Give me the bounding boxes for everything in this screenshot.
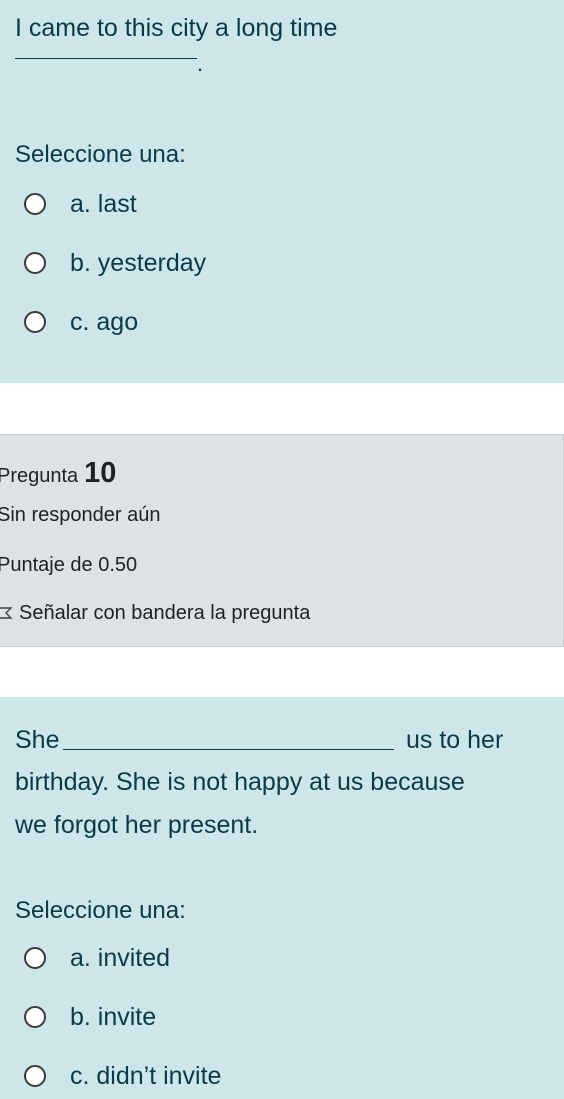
radio-button[interactable]	[24, 193, 46, 215]
option-label: a. last	[70, 190, 137, 218]
option-last[interactable]: a. last	[24, 189, 444, 223]
question-text: we forgot her present.	[15, 811, 259, 839]
option-invite[interactable]: b. invite	[24, 1002, 444, 1036]
select-one-prompt: Seleccione una:	[15, 141, 186, 168]
option-didnt-invite[interactable]: c. didn’t invite	[24, 1061, 444, 1095]
answer-blank	[63, 749, 394, 750]
question-10-info: Pregunta 10 Sin responder aún Puntaje de …	[0, 434, 564, 647]
option-label: c. ago	[70, 308, 139, 336]
question-grade: Puntaje de 0.50	[0, 554, 138, 576]
select-one-prompt: Seleccione una:	[15, 897, 186, 924]
option-label: c. didn’t invite	[70, 1062, 222, 1090]
question-text-period: .	[197, 51, 204, 76]
question-status: Sin responder aún	[0, 504, 161, 526]
option-yesterday[interactable]: b. yesterday	[24, 248, 444, 282]
question-number: Pregunta 10	[0, 457, 116, 490]
radio-button[interactable]	[24, 1065, 46, 1087]
flag-label: Señalar con bandera la pregunta	[19, 602, 311, 624]
answer-blank	[15, 58, 197, 59]
option-label: b. invite	[70, 1003, 157, 1031]
question-number-value: 10	[84, 457, 117, 489]
option-label: b. yesterday	[70, 249, 207, 277]
radio-button[interactable]	[24, 252, 46, 274]
flag-icon	[0, 607, 13, 619]
radio-button[interactable]	[24, 311, 46, 333]
quiz-page: I came to this city a long time . Selecc…	[0, 0, 564, 1099]
radio-button[interactable]	[24, 1006, 46, 1028]
option-invited[interactable]: a. invited	[24, 943, 444, 977]
flag-question-link[interactable]: Señalar con bandera la pregunta	[0, 602, 310, 625]
option-label: a. invited	[70, 944, 171, 972]
question-9-content: I came to this city a long time . Selecc…	[0, 0, 564, 383]
radio-button[interactable]	[24, 947, 46, 969]
option-ago[interactable]: c. ago	[24, 307, 444, 341]
question-text: I came to this city a long time	[15, 14, 338, 42]
question-text: birthday. She is not happy at us because	[15, 768, 465, 796]
question-label: Pregunta	[0, 465, 79, 487]
question-10-content: She us to her birthday. She is not happy…	[0, 697, 564, 1099]
question-text-start: She	[15, 726, 60, 754]
question-text-end: us to her	[406, 726, 504, 754]
